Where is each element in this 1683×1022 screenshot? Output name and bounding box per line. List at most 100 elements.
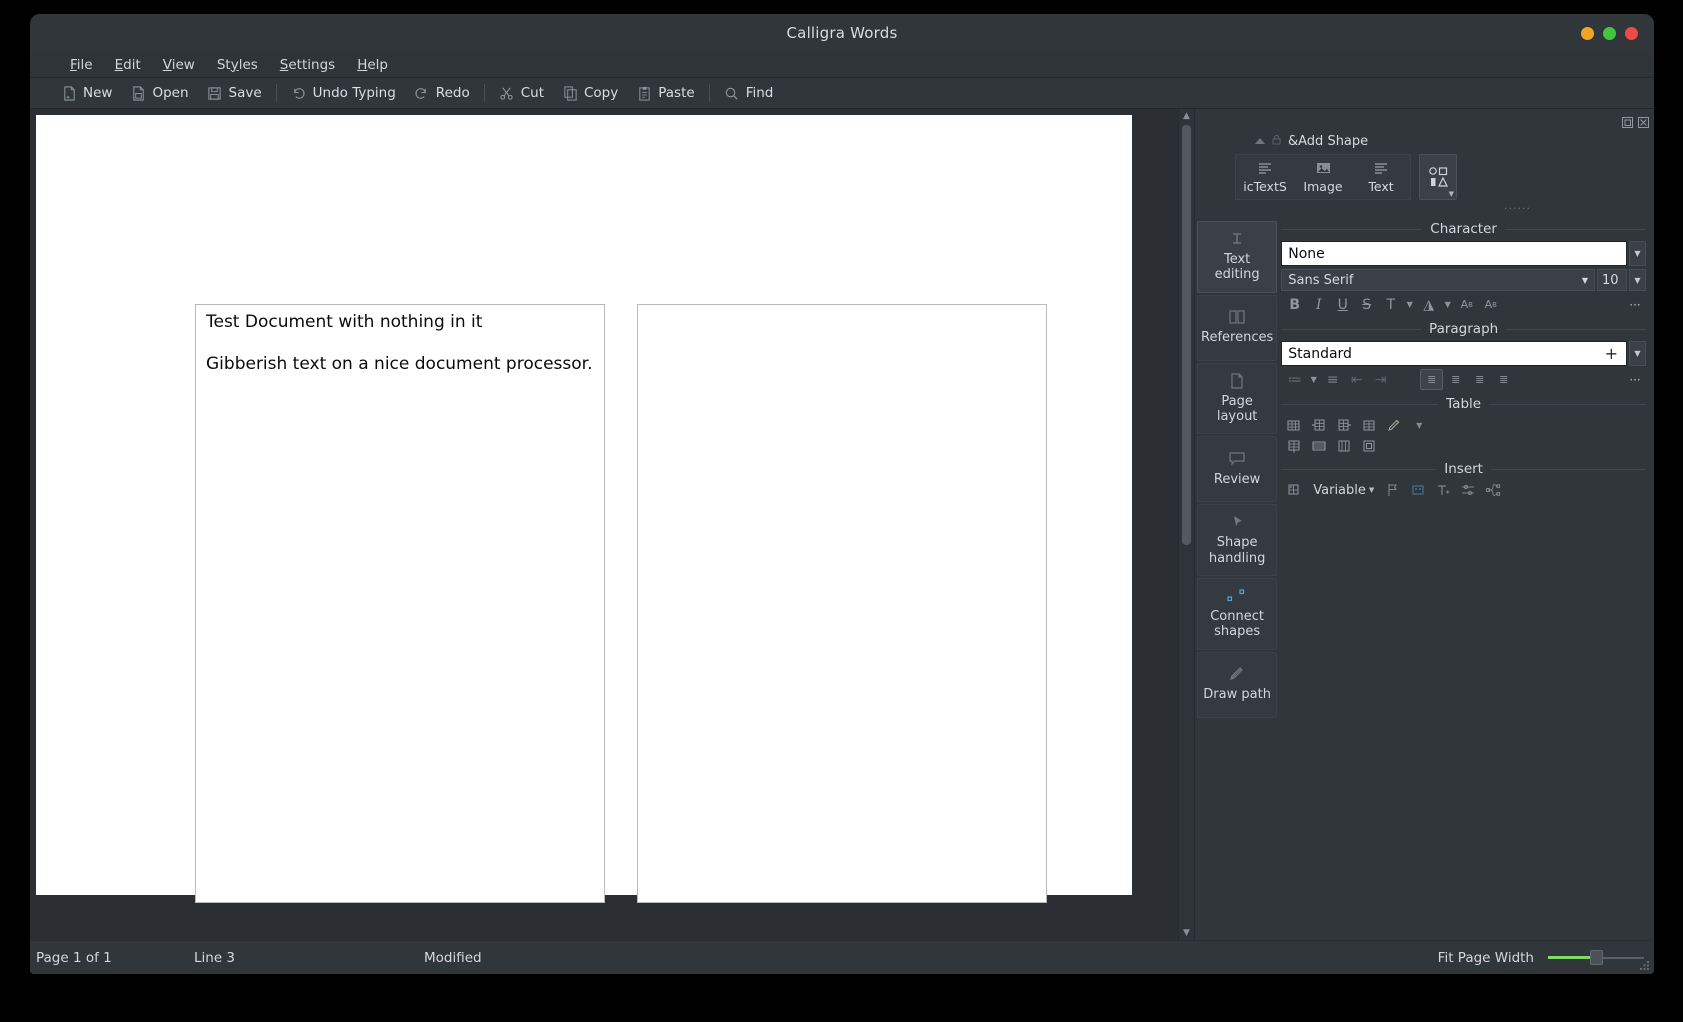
- scrollbar-track[interactable]: [1182, 547, 1191, 926]
- insert-variable-button[interactable]: Variable ▼: [1310, 482, 1377, 499]
- insert-special-table-icon[interactable]: [1285, 481, 1303, 499]
- insert-column-right-icon[interactable]: [1335, 416, 1353, 434]
- table-border-pen-icon[interactable]: [1385, 416, 1403, 434]
- chevron-down-icon[interactable]: ▼: [1582, 276, 1588, 285]
- toolbar-open-button[interactable]: Open: [121, 82, 197, 104]
- decrease-indent-button[interactable]: ⇤: [1345, 369, 1368, 390]
- sidebar-item-page-layout[interactable]: Page layout: [1197, 363, 1277, 435]
- shape-collection-picker-button[interactable]: ▼: [1419, 154, 1457, 200]
- insert-link-icon[interactable]: [1484, 481, 1502, 499]
- insert-row-above-icon[interactable]: [1360, 416, 1378, 434]
- paragraph-style-dropdown[interactable]: ▼: [1629, 341, 1646, 366]
- zoom-mode-label[interactable]: Fit Page Width: [1438, 950, 1534, 966]
- font-family-select[interactable]: Sans Serif ▼: [1281, 269, 1595, 291]
- undock-icon[interactable]: [1621, 114, 1634, 127]
- character-options-button[interactable]: ···: [1624, 296, 1646, 314]
- highlight-color-button[interactable]: ◮: [1417, 294, 1440, 315]
- chevron-down-icon[interactable]: ▼: [1369, 486, 1374, 494]
- list-style-button[interactable]: ≔: [1283, 369, 1306, 390]
- delete-column-icon[interactable]: [1335, 437, 1353, 455]
- toolbar-find-button[interactable]: Find: [715, 82, 783, 104]
- scroll-down-arrow-icon[interactable]: ▼: [1180, 926, 1194, 940]
- zoom-slider[interactable]: [1548, 950, 1644, 966]
- text-frame-primary[interactable]: Test Document with nothing in it Gibberi…: [195, 304, 605, 903]
- text-color-button[interactable]: T: [1379, 294, 1402, 315]
- insert-text-icon[interactable]: [1434, 481, 1452, 499]
- toolbar-new-button[interactable]: New: [52, 82, 121, 104]
- subscript-button[interactable]: AB: [1479, 294, 1502, 315]
- insert-settings-icon[interactable]: [1459, 481, 1477, 499]
- menu-settings[interactable]: Settings: [270, 54, 345, 76]
- canvas-vertical-scrollbar[interactable]: ▲ ▼: [1178, 109, 1194, 940]
- align-right-button[interactable]: ≣: [1468, 369, 1491, 390]
- insert-column-left-icon[interactable]: [1310, 416, 1328, 434]
- zoom-slider-thumb[interactable]: [1590, 950, 1603, 965]
- menu-styles[interactable]: Styles: [207, 54, 268, 76]
- font-size-stepper[interactable]: ▼: [1629, 269, 1646, 291]
- toolbar-redo-button[interactable]: Redo: [405, 82, 479, 104]
- toolbar-undo-button[interactable]: Undo Typing: [282, 82, 405, 104]
- sidebar-item-references[interactable]: References: [1197, 295, 1277, 361]
- character-style-input[interactable]: None: [1281, 241, 1627, 266]
- page-surface[interactable]: Test Document with nothing in it Gibberi…: [36, 115, 1132, 895]
- toolbar-copy-button[interactable]: Copy: [553, 82, 627, 104]
- menu-edit[interactable]: Edit: [105, 54, 151, 76]
- scroll-up-arrow-icon[interactable]: ▲: [1180, 109, 1194, 123]
- collapse-triangle-icon[interactable]: [1255, 138, 1265, 144]
- toolbar-save-button[interactable]: Save: [198, 82, 271, 104]
- toolbar-cut-button[interactable]: Cut: [490, 82, 553, 104]
- close-button[interactable]: [1625, 27, 1638, 40]
- font-family-value: Sans Serif: [1288, 273, 1353, 288]
- add-artistic-text-shape-button[interactable]: icTextS: [1236, 155, 1294, 199]
- minimize-button[interactable]: [1581, 27, 1594, 40]
- list-style-dropdown[interactable]: ▼: [1307, 369, 1320, 390]
- add-image-shape-button[interactable]: Image: [1294, 155, 1352, 199]
- font-size-input[interactable]: 10: [1597, 269, 1627, 291]
- text-color-dropdown[interactable]: ▼: [1403, 294, 1416, 315]
- text-frame-secondary[interactable]: [637, 304, 1047, 903]
- sidebar-item-draw-path[interactable]: Draw path: [1197, 652, 1277, 718]
- increase-indent-button[interactable]: ⇥: [1369, 369, 1392, 390]
- chevron-down-icon[interactable]: ▼: [1449, 190, 1454, 198]
- insert-bookmark-icon[interactable]: [1384, 481, 1402, 499]
- delete-row-icon[interactable]: [1310, 437, 1328, 455]
- character-style-row: None ▼: [1281, 241, 1646, 266]
- add-text-shape-button[interactable]: Text: [1352, 155, 1410, 199]
- pen-path-icon: [1228, 665, 1246, 683]
- sidebar-item-connect-shapes[interactable]: Connect shapes: [1197, 578, 1277, 650]
- character-style-dropdown[interactable]: ▼: [1629, 241, 1646, 266]
- sidebar-item-shape-handling[interactable]: Shape handling: [1197, 504, 1277, 576]
- insert-frame-break-icon[interactable]: [1409, 481, 1427, 499]
- resize-grip-icon[interactable]: [1638, 959, 1651, 972]
- highlight-color-dropdown[interactable]: ▼: [1441, 294, 1454, 315]
- insert-table-icon[interactable]: [1285, 416, 1303, 434]
- insert-row-below-icon[interactable]: [1285, 437, 1303, 455]
- document-canvas[interactable]: Test Document with nothing in it Gibberi…: [30, 109, 1178, 940]
- tool-options-body: Character None ▼ Sans Serif ▼ 10 ▼: [1277, 215, 1654, 940]
- close-panel-icon[interactable]: [1637, 114, 1650, 127]
- paragraph-style-input[interactable]: Standard +: [1281, 341, 1627, 366]
- bold-button[interactable]: B: [1283, 294, 1306, 315]
- superscript-button[interactable]: AB: [1455, 294, 1478, 315]
- scrollbar-thumb[interactable]: [1182, 125, 1191, 545]
- align-left-button[interactable]: ≣: [1420, 369, 1443, 390]
- maximize-button[interactable]: [1603, 27, 1616, 40]
- sidebar-item-review[interactable]: Review: [1197, 436, 1277, 502]
- page-indicator: Page 1 of 1: [34, 950, 194, 966]
- menu-view[interactable]: View: [153, 54, 205, 76]
- underline-button[interactable]: U: [1331, 294, 1354, 315]
- italic-button[interactable]: I: [1307, 294, 1330, 315]
- table-border-dropdown-icon[interactable]: ▼: [1410, 416, 1428, 434]
- menu-file[interactable]: File: [60, 54, 103, 76]
- strikethrough-button[interactable]: S: [1355, 294, 1378, 315]
- align-center-button[interactable]: ≣: [1444, 369, 1467, 390]
- toolbar-paste-button[interactable]: Paste: [627, 82, 703, 104]
- paragraph-options-button[interactable]: ···: [1624, 371, 1646, 389]
- numbered-list-button[interactable]: ≡: [1321, 369, 1344, 390]
- menu-help[interactable]: Help: [347, 54, 398, 76]
- add-style-icon[interactable]: +: [1605, 344, 1620, 363]
- align-justify-button[interactable]: ≣: [1492, 369, 1515, 390]
- merge-cells-icon[interactable]: [1360, 437, 1378, 455]
- sidebar-item-text-editing[interactable]: Text editing: [1197, 221, 1277, 293]
- dock-drag-handle[interactable]: ······: [1201, 202, 1654, 215]
